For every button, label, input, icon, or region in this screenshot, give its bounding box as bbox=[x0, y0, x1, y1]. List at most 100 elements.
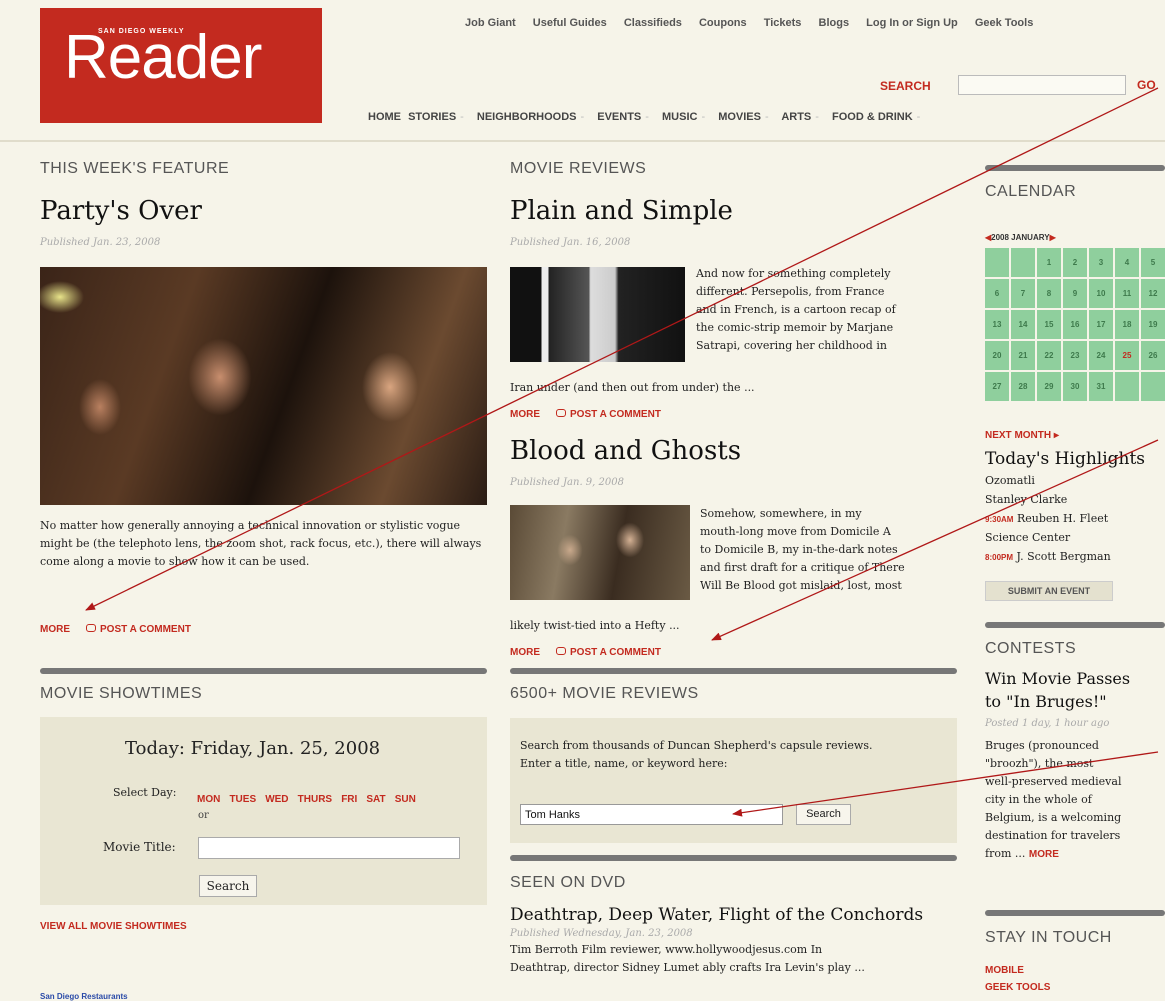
calendar-day[interactable]: 27 bbox=[985, 372, 1009, 401]
util-link-coupons[interactable]: Coupons bbox=[699, 17, 747, 29]
triangle-right-icon[interactable]: ▶ bbox=[1050, 233, 1056, 242]
util-link-useful-guides[interactable]: Useful Guides bbox=[533, 17, 607, 29]
nav-stories[interactable]: STORIES bbox=[408, 111, 456, 123]
feature-more-link[interactable]: MORE bbox=[40, 624, 70, 635]
showtimes-search-button[interactable]: Search bbox=[199, 875, 257, 897]
util-link-geek-tools[interactable]: Geek Tools bbox=[975, 17, 1033, 29]
contest-headline-line-2[interactable]: to "In Bruges!" bbox=[985, 692, 1107, 711]
site-search-go-button[interactable]: GO bbox=[1137, 78, 1156, 92]
showtimes-today: Today: Friday, Jan. 25, 2008 bbox=[125, 738, 381, 759]
calendar-day[interactable]: 1 bbox=[1037, 248, 1061, 277]
day-sun[interactable]: SUN bbox=[395, 794, 416, 805]
calendar-month-label: 2008 JANUARY bbox=[991, 233, 1050, 242]
next-month-link[interactable]: NEXT MONTH ▸ bbox=[985, 430, 1059, 441]
calendar-day[interactable]: 30 bbox=[1063, 372, 1087, 401]
feature-photo[interactable] bbox=[40, 267, 487, 505]
capsule-search-button[interactable]: Search bbox=[796, 804, 851, 825]
review-photo-persepolis[interactable] bbox=[510, 267, 685, 362]
nav-movies[interactable]: MOVIES bbox=[718, 111, 761, 123]
view-all-showtimes-link[interactable]: VIEW ALL MOVIE SHOWTIMES bbox=[40, 921, 187, 932]
review-more-link[interactable]: MORE bbox=[510, 409, 540, 420]
calendar-day[interactable]: 12 bbox=[1141, 279, 1165, 308]
calendar-day[interactable]: 4 bbox=[1115, 248, 1139, 277]
util-link-job-giant[interactable]: Job Giant bbox=[465, 17, 516, 29]
calendar-day[interactable]: 26 bbox=[1141, 341, 1165, 370]
calendar-day[interactable]: 21 bbox=[1011, 341, 1035, 370]
calendar-day[interactable]: 8 bbox=[1037, 279, 1061, 308]
nav-neighborhoods[interactable]: NEIGHBORHOODS bbox=[477, 111, 577, 123]
highlight-item[interactable]: Stanley Clarke bbox=[985, 490, 1165, 509]
highlight-item[interactable]: 8:00PM J. Scott Bergman bbox=[985, 547, 1165, 566]
highlight-item[interactable]: Science Center bbox=[985, 528, 1165, 547]
site-search-input[interactable] bbox=[958, 75, 1126, 95]
day-thurs[interactable]: THURS bbox=[298, 794, 332, 805]
calendar-day[interactable]: 28 bbox=[1011, 372, 1035, 401]
calendar-day[interactable]: 7 bbox=[1011, 279, 1035, 308]
logo-wordmark: Reader bbox=[64, 23, 262, 92]
nav-home[interactable]: HOME bbox=[368, 111, 401, 123]
capsule-search-input[interactable] bbox=[520, 804, 783, 825]
dvd-headline[interactable]: Deathtrap, Deep Water, Flight of the Con… bbox=[510, 905, 923, 925]
day-tues[interactable]: TUES bbox=[229, 794, 256, 805]
review-headline-blood-and-ghosts[interactable]: Blood and Ghosts bbox=[510, 436, 741, 466]
contest-headline-line-1[interactable]: Win Movie Passes bbox=[985, 669, 1130, 688]
review-comment-link[interactable]: POST A COMMENT bbox=[570, 647, 661, 658]
calendar-day[interactable]: 11 bbox=[1115, 279, 1139, 308]
calendar-day[interactable]: 19 bbox=[1141, 310, 1165, 339]
calendar-day[interactable]: 6 bbox=[985, 279, 1009, 308]
calendar-day[interactable]: 25 bbox=[1115, 341, 1139, 370]
summary-line: Deathtrap, director Sidney Lumet ably cr… bbox=[510, 961, 865, 974]
summary-line: and first draft for a critique of There bbox=[700, 561, 905, 574]
summary-line: Somehow, somewhere, in my bbox=[700, 507, 862, 520]
util-link-classifieds[interactable]: Classifieds bbox=[624, 17, 682, 29]
day-fri[interactable]: FRI bbox=[341, 794, 357, 805]
calendar-day[interactable]: 16 bbox=[1063, 310, 1087, 339]
highlight-item[interactable]: 9:30AM Reuben H. Fleet bbox=[985, 509, 1165, 528]
nav-music[interactable]: MUSIC bbox=[662, 111, 697, 123]
highlight-item[interactable]: Ozomatli bbox=[985, 471, 1165, 490]
calendar-day[interactable]: 13 bbox=[985, 310, 1009, 339]
calendar-day[interactable]: 24 bbox=[1089, 341, 1113, 370]
calendar-day[interactable]: 3 bbox=[1089, 248, 1113, 277]
calendar-day[interactable]: 14 bbox=[1011, 310, 1035, 339]
highlight-text: Stanley Clarke bbox=[985, 493, 1068, 506]
stay-link-geek-tools[interactable]: GEEK TOOLS bbox=[985, 982, 1050, 993]
util-link-blogs[interactable]: Blogs bbox=[819, 17, 850, 29]
calendar-day[interactable]: 15 bbox=[1037, 310, 1061, 339]
review-comment-link[interactable]: POST A COMMENT bbox=[570, 409, 661, 420]
stay-link-mobile[interactable]: MOBILE bbox=[985, 965, 1024, 976]
nav-food-drink[interactable]: FOOD & DRINK bbox=[832, 111, 913, 123]
calendar-day[interactable]: 2 bbox=[1063, 248, 1087, 277]
review-photo-there-will-be-blood[interactable] bbox=[510, 505, 690, 600]
calendar-day[interactable]: 5 bbox=[1141, 248, 1165, 277]
calendar-day[interactable]: 9 bbox=[1063, 279, 1087, 308]
util-link-tickets[interactable]: Tickets bbox=[764, 17, 802, 29]
review-summary-tail: likely twist-tied into a Hefty ... bbox=[510, 619, 680, 632]
submit-event-button[interactable]: SUBMIT AN EVENT bbox=[985, 581, 1113, 601]
calendar-day[interactable]: 22 bbox=[1037, 341, 1061, 370]
review-headline-plain-and-simple[interactable]: Plain and Simple bbox=[510, 196, 733, 226]
contest-more-link[interactable]: MORE bbox=[1029, 849, 1059, 860]
util-link-login[interactable]: Log In or Sign Up bbox=[866, 17, 958, 29]
calendar-day[interactable]: 18 bbox=[1115, 310, 1139, 339]
review-more-link[interactable]: MORE bbox=[510, 647, 540, 658]
comment-icon bbox=[556, 408, 566, 417]
summary-line: different. Persepolis, from France bbox=[696, 285, 885, 298]
stay-section-title: STAY IN TOUCH bbox=[985, 929, 1112, 946]
feature-comment-link[interactable]: POST A COMMENT bbox=[100, 624, 191, 635]
restaurants-link[interactable]: San Diego Restaurants bbox=[40, 992, 128, 1001]
calendar-day[interactable]: 10 bbox=[1089, 279, 1113, 308]
calendar-day[interactable]: 23 bbox=[1063, 341, 1087, 370]
calendar-day[interactable]: 29 bbox=[1037, 372, 1061, 401]
nav-arts[interactable]: ARTS bbox=[781, 111, 811, 123]
day-sat[interactable]: SAT bbox=[366, 794, 385, 805]
feature-headline[interactable]: Party's Over bbox=[40, 196, 202, 226]
day-mon[interactable]: MON bbox=[197, 794, 220, 805]
calendar-day[interactable]: 17 bbox=[1089, 310, 1113, 339]
calendar-day[interactable]: 31 bbox=[1089, 372, 1113, 401]
logo[interactable]: SAN DIEGO WEEKLY Reader bbox=[40, 8, 322, 123]
nav-events[interactable]: EVENTS bbox=[597, 111, 641, 123]
day-wed[interactable]: WED bbox=[265, 794, 288, 805]
calendar-day[interactable]: 20 bbox=[985, 341, 1009, 370]
movie-title-input[interactable] bbox=[198, 837, 460, 859]
